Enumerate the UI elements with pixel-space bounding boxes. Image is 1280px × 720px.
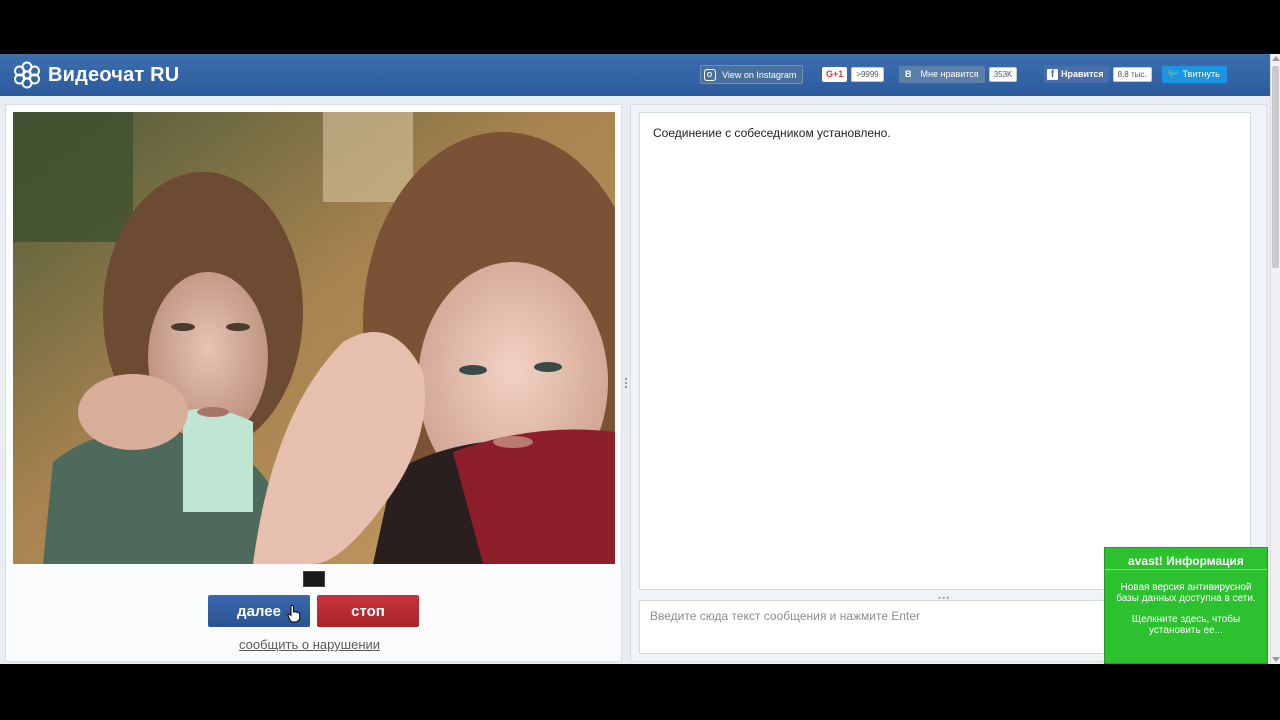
video-panel: далее стоп сообщить о нарушении [5, 104, 622, 662]
avast-title: avast! Информация [1105, 548, 1267, 570]
vk-count: 353K [988, 66, 1018, 82]
tweet-button[interactable]: 🐦 Твитнуть [1162, 65, 1227, 83]
facebook-widget: f Нравится 8,8 тыс. [1044, 65, 1152, 83]
vk-icon: B [905, 68, 912, 79]
avast-notification-popup[interactable]: avast! Информация Новая версия антивирус… [1104, 547, 1268, 664]
scroll-down-arrow-icon[interactable] [1272, 657, 1280, 662]
facebook-count: 8,8 тыс. [1112, 66, 1152, 82]
gplus-count: >9999 [851, 66, 884, 82]
hand-cursor-icon [287, 605, 301, 623]
scroll-up-arrow-icon[interactable] [1272, 56, 1280, 61]
facebook-like-label: Нравится [1061, 68, 1104, 79]
chat-log: Соединение с собеседником установлено. [639, 112, 1251, 590]
instagram-label: View on Instagram [722, 69, 797, 80]
system-message: Соединение с собеседником установлено. [653, 126, 891, 140]
letterbox-top [0, 0, 1280, 54]
page-scrollbar[interactable] [1270, 54, 1280, 664]
vk-widget: B Мне нравится 353K [899, 65, 1018, 83]
facebook-icon: f [1047, 68, 1058, 80]
instagram-button[interactable]: View on Instagram [700, 65, 804, 84]
instagram-icon [704, 68, 716, 81]
letterbox-bottom [0, 664, 1280, 720]
vk-like-button[interactable]: B Мне нравится [899, 65, 985, 83]
gplus-widget: G+1 >9999 [822, 65, 884, 83]
site-header: Видеочат RU View on Instagram G+1 >9999 … [0, 54, 1270, 96]
video-frame-image [13, 112, 615, 564]
logo-text: Видеочат RU [48, 63, 180, 86]
tweet-label: Твитнуть [1182, 68, 1220, 79]
partner-video-feed [13, 112, 615, 564]
avast-message: Новая версия антивирусной базы данных до… [1116, 582, 1256, 604]
vk-like-label: Мне нравится [920, 68, 979, 79]
scroll-thumb[interactable] [1272, 66, 1279, 268]
self-camera-thumbnail[interactable] [303, 571, 325, 587]
gplus-button[interactable]: G+1 [822, 66, 848, 82]
twitter-bird-icon: 🐦 [1167, 68, 1180, 80]
panel-splitter-handle[interactable] [624, 376, 628, 392]
twitter-widget: 🐦 Твитнуть [1162, 65, 1227, 83]
facebook-like-button[interactable]: f Нравится [1044, 65, 1109, 83]
report-violation-link[interactable]: сообщить о нарушении [239, 637, 380, 652]
avast-install-prompt[interactable]: Щелкните здесь, чтобы установить ее... [1105, 614, 1267, 636]
site-logo[interactable]: Видеочат RU [12, 59, 179, 91]
stop-button[interactable]: стоп [317, 595, 419, 627]
browser-viewport: Видеочат RU View on Instagram G+1 >9999 … [0, 54, 1280, 664]
flower-logo-icon [14, 61, 40, 89]
